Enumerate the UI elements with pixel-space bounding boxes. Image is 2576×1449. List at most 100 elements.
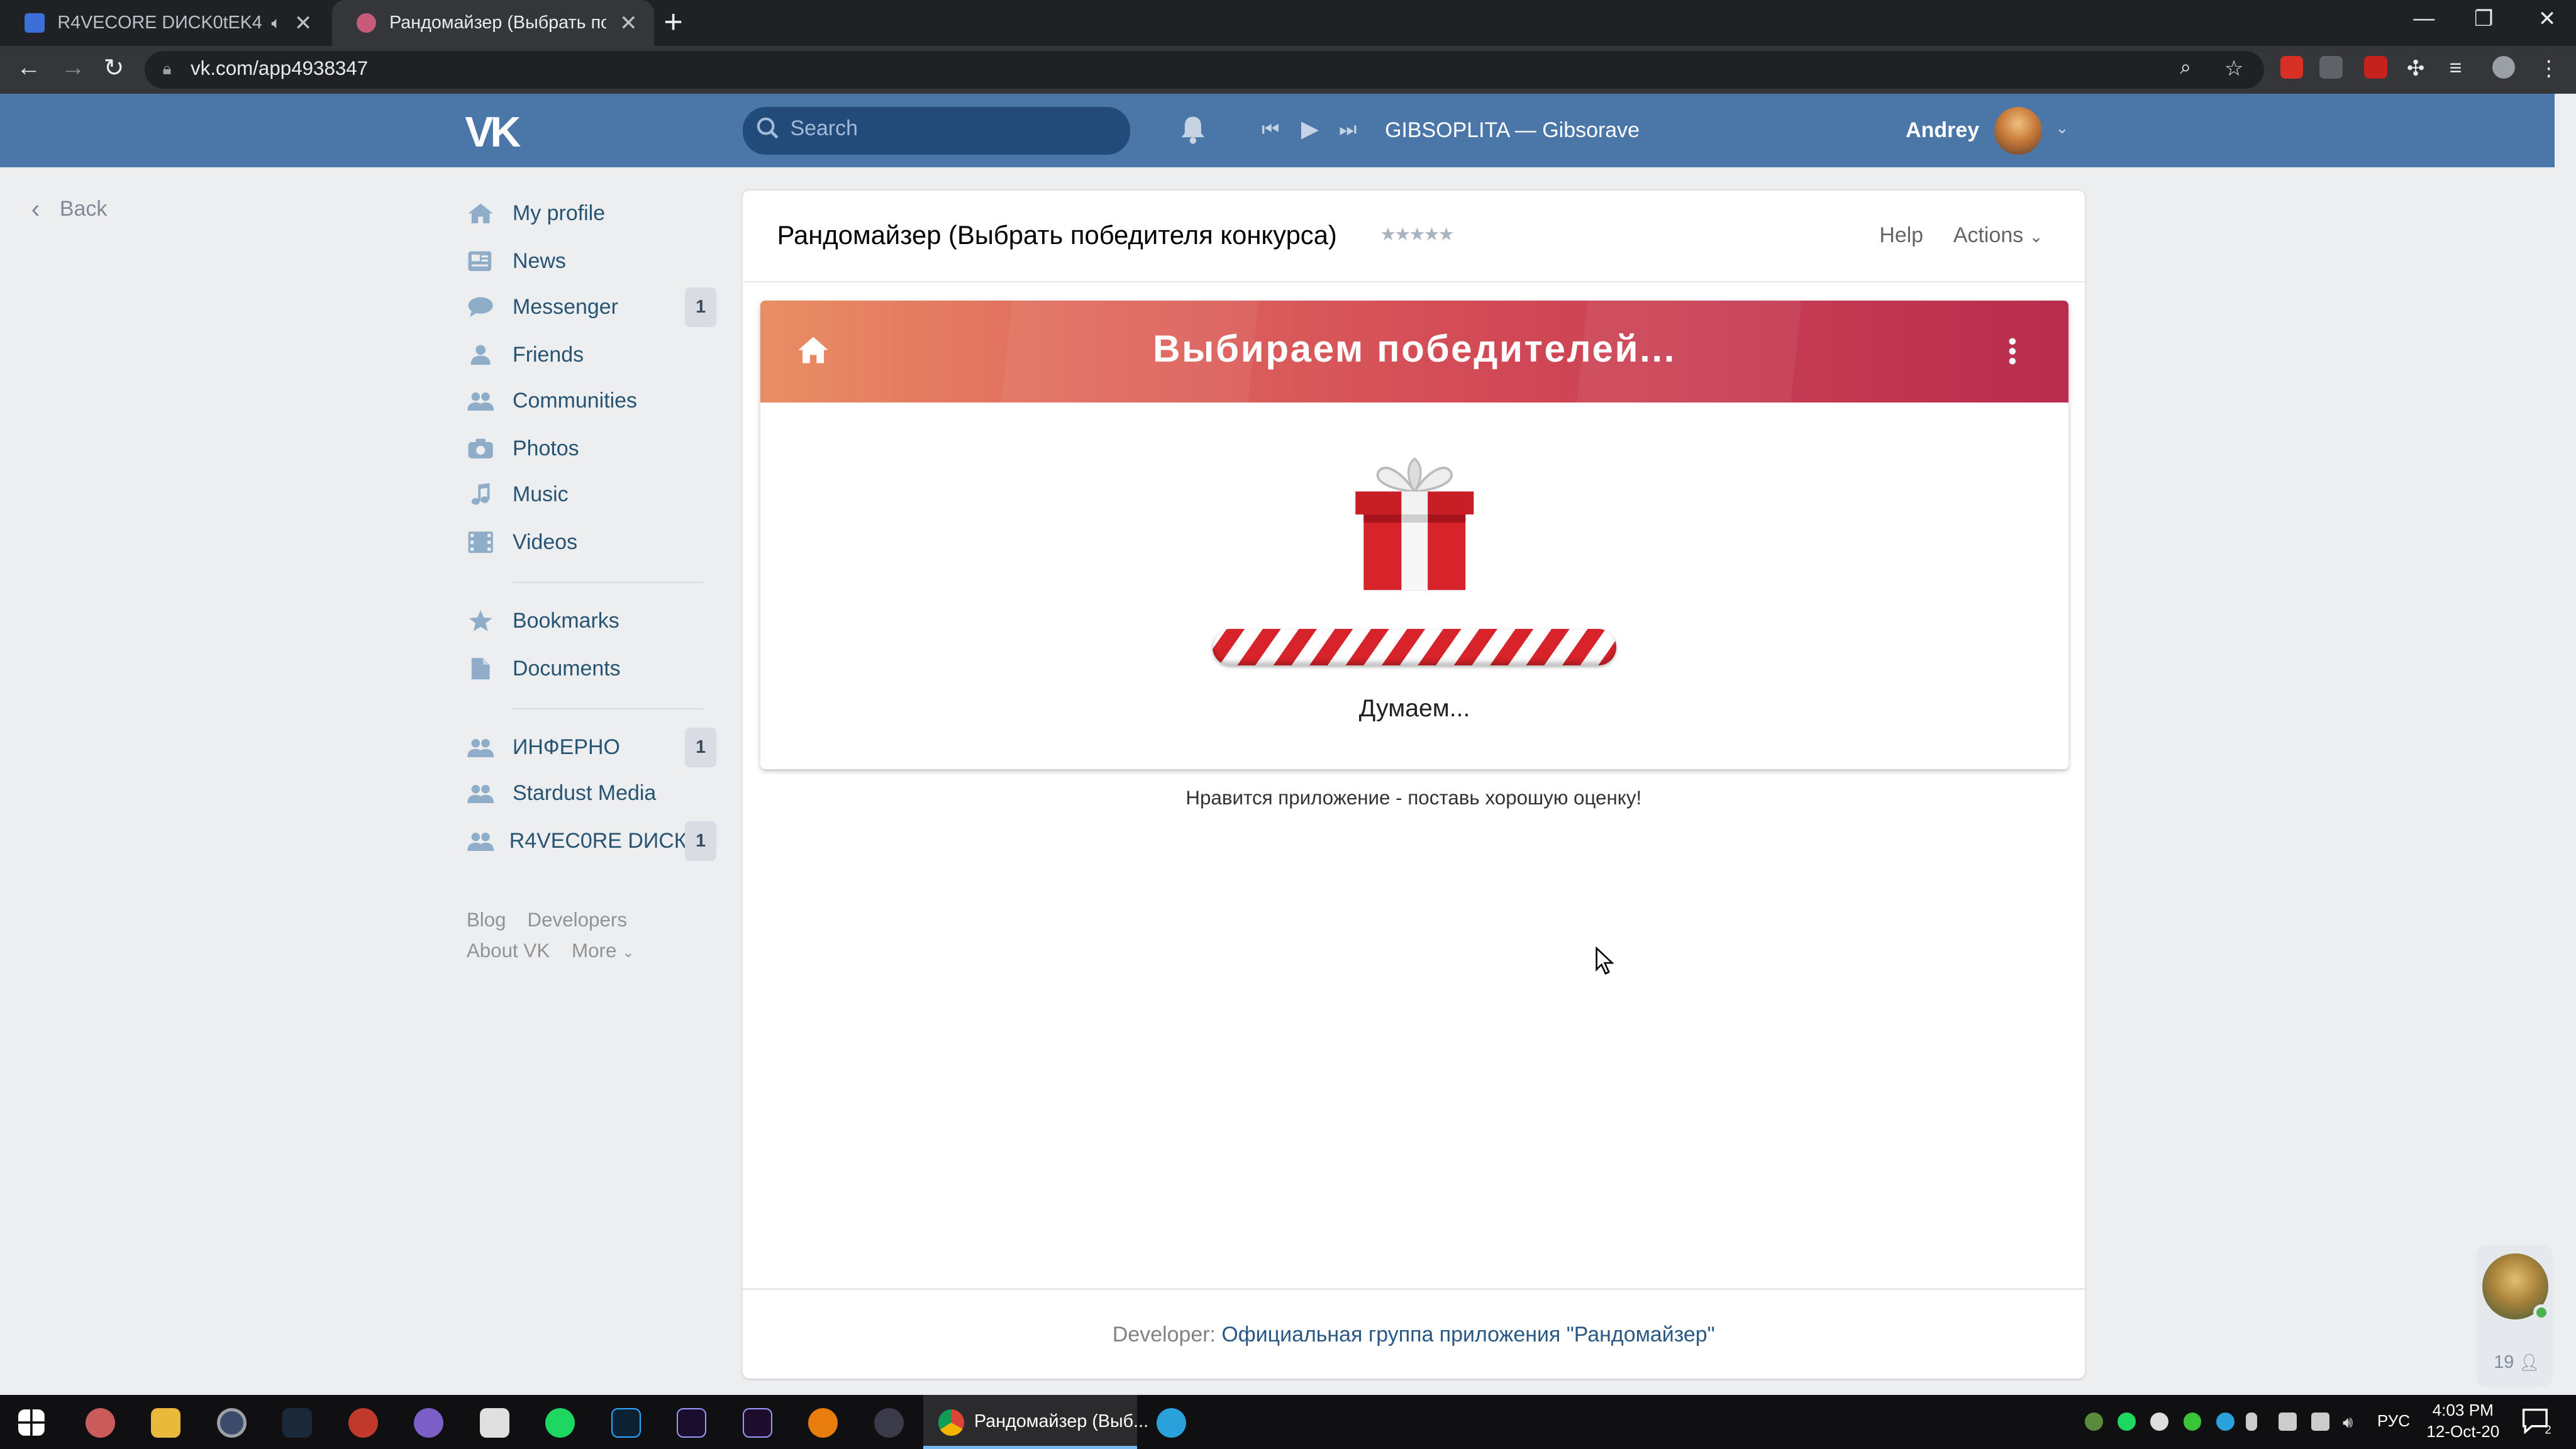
developer-divider <box>742 1287 2085 1290</box>
nav-label: Friends <box>512 342 584 367</box>
playlist-icon[interactable]: ≡ <box>2450 56 2473 80</box>
after-effects-icon[interactable] <box>677 1407 707 1438</box>
restore-icon[interactable]: ❐ <box>2474 6 2493 31</box>
footer-link-more[interactable]: More ⌄ <box>572 940 635 962</box>
volume-icon[interactable]: 🔊︎ <box>2343 1413 2361 1431</box>
nav-label: ИНФЕРНО <box>512 735 620 760</box>
omnibox[interactable] <box>144 50 2264 89</box>
davinci-icon[interactable] <box>874 1407 904 1438</box>
app-icon[interactable] <box>479 1407 509 1438</box>
help-link[interactable]: Help <box>1879 223 1923 248</box>
minimize-icon[interactable]: — <box>2413 6 2434 31</box>
shield-icon[interactable] <box>2319 55 2343 79</box>
nav-item-group-r4vecore[interactable]: R4VEC0RE DИСК... 1 <box>467 821 716 861</box>
previous-track-icon[interactable]: ⏮︎ <box>1262 118 1279 142</box>
app-iframe-card: Выбираем победителей... Думаем... <box>760 301 2068 769</box>
nav-item-music[interactable]: Music <box>467 475 716 514</box>
network-icon[interactable] <box>2311 1413 2330 1431</box>
input-language[interactable]: РУС <box>2377 1411 2410 1431</box>
developer-line: Developer: Официальная группа приложения… <box>743 1323 2085 1347</box>
nav-item-group-inferno[interactable]: ИНФЕРНО 1 <box>467 728 716 767</box>
bookmark-star-icon[interactable]: ☆ <box>2224 56 2248 80</box>
nav-item-my-profile[interactable]: My profile <box>467 194 716 233</box>
next-track-icon[interactable]: ⏭︎ <box>1339 118 1357 142</box>
menu-dots-icon[interactable]: ⋮ <box>2538 56 2562 80</box>
nav-label: Stardust Media <box>512 781 657 806</box>
actions-label: Actions <box>1953 223 2024 248</box>
actions-menu[interactable]: Actions ⌄ <box>1953 223 2043 248</box>
nav-item-communities[interactable]: Communities <box>467 381 716 421</box>
url-text[interactable]: vk.com/app4938347 <box>191 57 368 80</box>
spotify-icon[interactable] <box>545 1407 575 1438</box>
nav-item-news[interactable]: News <box>467 242 716 281</box>
nav-item-bookmarks[interactable]: Bookmarks <box>467 601 716 641</box>
nav-label: Music <box>512 482 569 506</box>
app-icon[interactable] <box>348 1407 378 1438</box>
telegram-icon[interactable] <box>1156 1407 1186 1438</box>
premiere-icon[interactable] <box>742 1407 772 1438</box>
developer-link[interactable]: Официальная группа приложения "Рандомайз… <box>1221 1323 1714 1346</box>
app-icon[interactable] <box>85 1407 115 1438</box>
tray-icon[interactable] <box>2084 1413 2103 1431</box>
close-tab-icon[interactable]: ✕ <box>619 11 637 36</box>
zoom-icon[interactable]: ⌕ <box>2180 56 2203 79</box>
extension-icon[interactable] <box>2280 55 2304 79</box>
nav-item-group-stardust-media[interactable]: Stardust Media <box>467 774 716 813</box>
notifications-bell-icon[interactable] <box>1180 115 1206 145</box>
windows-start-icon[interactable] <box>18 1409 45 1436</box>
mouse-cursor-icon <box>1596 946 1615 975</box>
speaker-icon[interactable]: 🔈︎ <box>271 13 281 33</box>
adblock-icon[interactable] <box>2363 55 2387 79</box>
vk-logo[interactable]: VK <box>465 108 521 157</box>
browser-tab-active[interactable]: Рандомайзер (Выбрать победи ✕ <box>331 0 654 47</box>
app-rating-stars[interactable]: ★★★★★ <box>1380 223 1454 245</box>
browser-tab[interactable]: R4VECORE DИCK0tEK4 || 07.1 🔈︎ ✕ <box>0 0 328 46</box>
nav-item-messenger[interactable]: Messenger 1 <box>467 287 716 327</box>
nav-label: News <box>512 248 566 273</box>
new-tab-button[interactable]: + <box>663 3 683 41</box>
nav-item-documents[interactable]: Documents <box>467 649 716 689</box>
home-icon <box>468 203 493 224</box>
blender-icon[interactable] <box>808 1407 838 1438</box>
tray-icon[interactable] <box>2216 1413 2235 1431</box>
nav-item-friends[interactable]: Friends <box>467 335 716 375</box>
back-label: Back <box>59 196 108 221</box>
more-vert-icon[interactable] <box>2007 336 2018 366</box>
chat-online-count[interactable]: 19 👤︎ <box>2494 1352 2540 1373</box>
chevron-down-icon[interactable]: ⌄ <box>2055 118 2069 138</box>
nav-label: Bookmarks <box>512 608 619 633</box>
tray-icon[interactable] <box>2279 1413 2297 1431</box>
play-icon[interactable]: ▶ <box>1301 115 1319 142</box>
steam-icon[interactable] <box>282 1407 313 1438</box>
gift-icon <box>1355 457 1474 590</box>
app-icon[interactable] <box>414 1407 444 1438</box>
footer-link-developers[interactable]: Developers <box>528 909 627 931</box>
app-banner: Выбираем победителей... <box>760 301 2068 402</box>
now-playing-track[interactable]: GIBSOPLITA — Gibsorave <box>1385 118 1640 143</box>
forward-arrow-icon[interactable]: → <box>61 54 86 82</box>
chat-count-value: 19 <box>2494 1352 2514 1372</box>
nav-label: My profile <box>512 201 606 226</box>
user-name[interactable]: Andrey <box>1906 118 1979 143</box>
close-tab-icon[interactable]: ✕ <box>294 11 312 36</box>
photoshop-icon[interactable] <box>611 1407 641 1438</box>
rate-app-prompt: Нравится приложение - поставь хорошую оц… <box>1185 787 1642 809</box>
back-link[interactable]: ‹ Back <box>31 194 108 224</box>
nav-item-photos[interactable]: Photos <box>467 429 716 469</box>
loading-progress-bar <box>1212 629 1617 665</box>
reload-icon[interactable]: ↻ <box>104 54 125 82</box>
back-arrow-icon[interactable]: ← <box>16 54 41 82</box>
app-icon[interactable] <box>216 1407 247 1438</box>
microphone-icon[interactable] <box>2245 1413 2258 1431</box>
footer-link-blog[interactable]: Blog <box>467 909 506 931</box>
nav-item-videos[interactable]: Videos <box>467 523 716 562</box>
file-explorer-icon[interactable] <box>151 1407 181 1438</box>
footer-link-about[interactable]: About VK <box>467 940 550 962</box>
notifications-center-icon[interactable]: 2 <box>2522 1408 2551 1435</box>
puzzle-icon[interactable]: ✣ <box>2407 56 2430 80</box>
user-avatar[interactable] <box>1994 106 2042 155</box>
person-icon: 👤︎ <box>2519 1352 2540 1372</box>
close-window-icon[interactable]: ✕ <box>2538 6 2556 31</box>
system-clock[interactable]: 4:03 PM 12-Oct-20 <box>2426 1400 2499 1443</box>
tray-spotify-icon[interactable] <box>2118 1413 2136 1431</box>
